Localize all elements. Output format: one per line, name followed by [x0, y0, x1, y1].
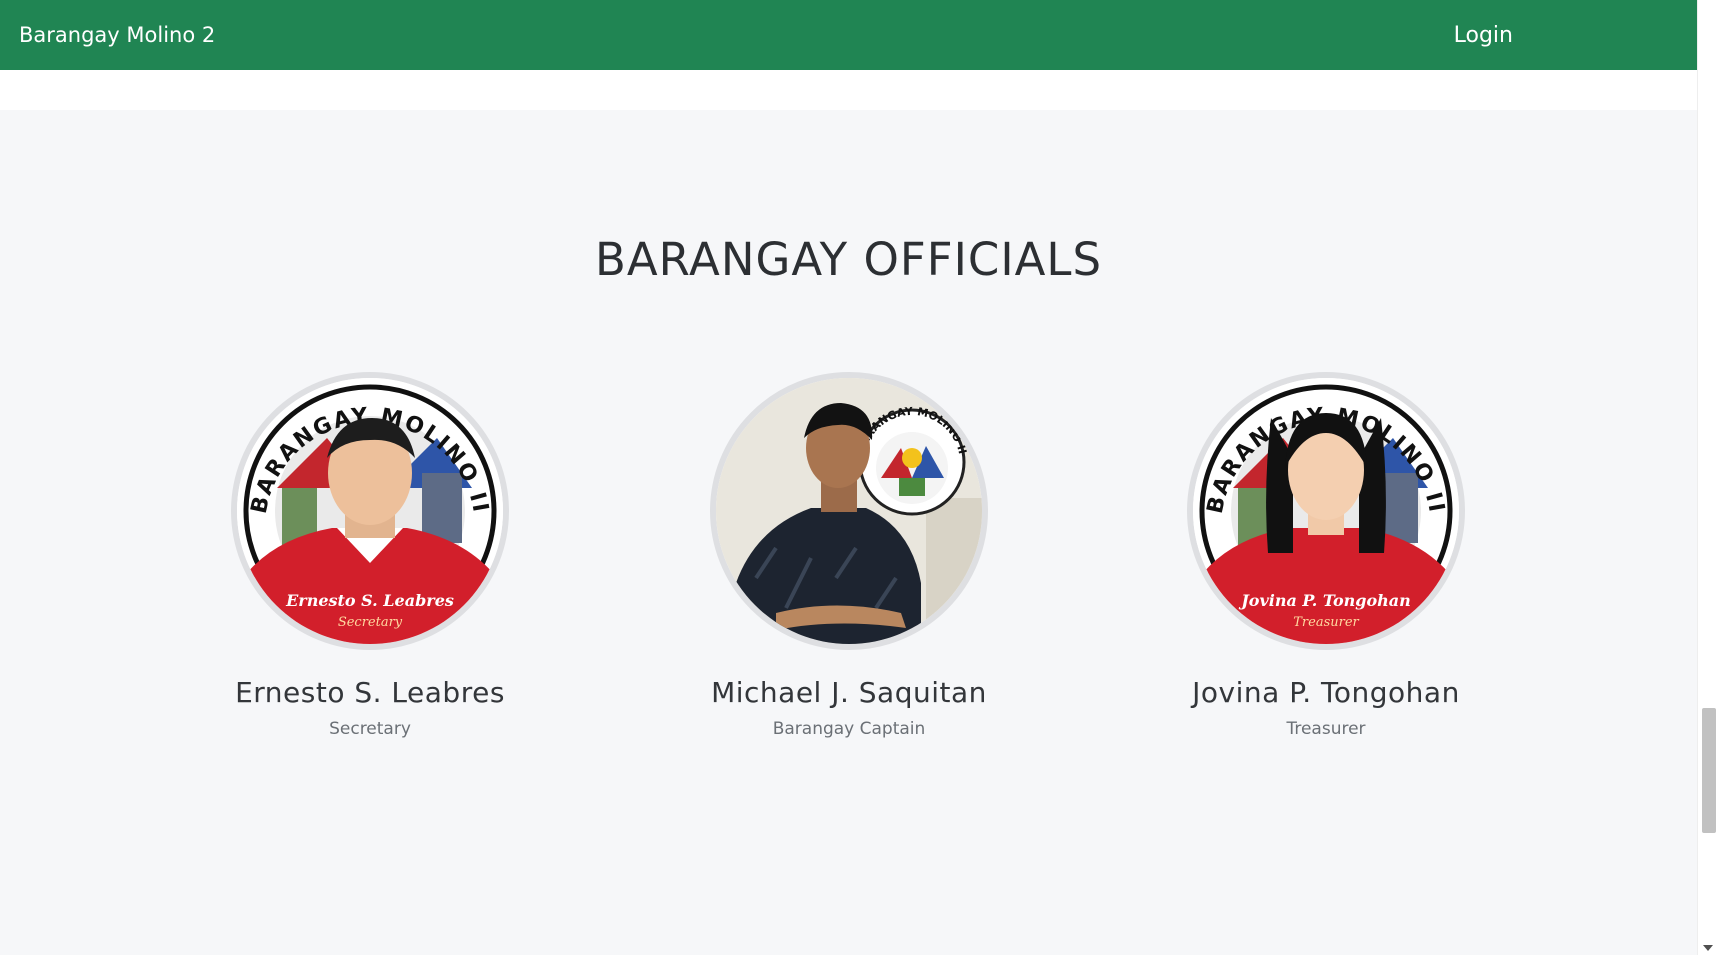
scroll-down-arrow-icon[interactable]: [1703, 945, 1713, 951]
official-name: Ernesto S. Leabres: [235, 676, 505, 709]
shirt-subcaption: Secretary: [338, 615, 403, 630]
page: Barangay Molino 2 Login BARANGAY OFFICIA…: [0, 0, 1718, 955]
official-role: Secretary: [329, 719, 411, 739]
official-photo-illustration: BARANGAY MOLINO II Jovina P. Tongohan Tr…: [1193, 378, 1459, 644]
official-name: Michael J. Saquitan: [711, 676, 987, 709]
shirt-caption: Jovina P. Tongohan: [1238, 591, 1411, 610]
login-link[interactable]: Login: [1454, 23, 1513, 48]
shirt-subcaption: Treasurer: [1293, 615, 1359, 630]
official-photo: BARANGAY MOLINO II Ernesto S. Leabres Se…: [231, 372, 509, 650]
section-title: BARANGAY OFFICIALS: [594, 233, 1103, 286]
official-card: BARANGAY MOLINO II Michael J. Saquitan B…: [639, 372, 1059, 739]
navbar: Barangay Molino 2 Login: [0, 0, 1697, 70]
brand-link[interactable]: Barangay Molino 2: [19, 23, 215, 47]
officials-section: BARANGAY OFFICIALS BARANGAY MOLINO II Er…: [0, 110, 1697, 955]
official-photo-illustration: BARANGAY MOLINO II: [716, 378, 982, 644]
official-photo: BARANGAY MOLINO II Jovina P. Tongohan Tr…: [1187, 372, 1465, 650]
official-photo: BARANGAY MOLINO II: [710, 372, 988, 650]
shirt-caption: Ernesto S. Leabres: [285, 591, 454, 610]
vertical-scrollbar[interactable]: [1697, 0, 1718, 955]
official-card: BARANGAY MOLINO II Ernesto S. Leabres Se…: [160, 372, 580, 739]
header-spacer: [0, 70, 1697, 110]
official-role: Treasurer: [1286, 719, 1366, 739]
official-photo-illustration: BARANGAY MOLINO II Ernesto S. Leabres Se…: [237, 378, 503, 644]
official-card: BARANGAY MOLINO II Jovina P. Tongohan Tr…: [1116, 372, 1536, 739]
scrollbar-thumb[interactable]: [1702, 708, 1716, 833]
official-name: Jovina P. Tongohan: [1192, 676, 1460, 709]
official-role: Barangay Captain: [772, 719, 926, 739]
